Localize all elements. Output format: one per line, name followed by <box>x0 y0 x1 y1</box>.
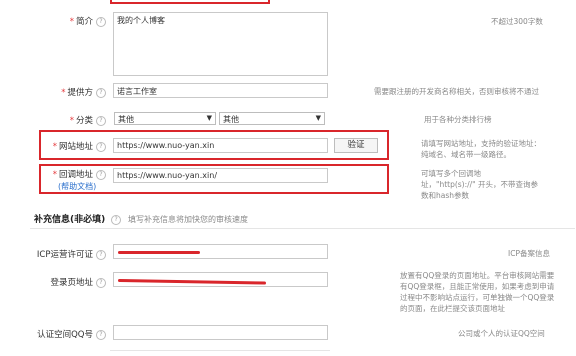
help-icon[interactable]: ? <box>96 277 106 288</box>
qq-label: 认证空间QQ号? <box>20 328 106 340</box>
verify-button[interactable]: 验证 <box>334 138 378 153</box>
login-label: 登录页地址? <box>20 276 106 288</box>
redaction-mark <box>118 251 200 254</box>
qq-hint: 公司或个人的认证QQ空间 <box>458 329 545 338</box>
site-url-hint: 请填写网站地址，支持的验证地址： 纯域名、域名带一级路径。 <box>421 139 541 159</box>
callback-input[interactable]: https://www.nuo-yan.xin/ <box>113 168 328 183</box>
icp-label: ICP运营许可证? <box>20 248 106 260</box>
help-icon[interactable]: ? <box>96 249 106 260</box>
icp-hint: ICP备案信息 <box>508 249 550 258</box>
callback-label: * 回调地址? <box>40 168 106 180</box>
bottom-divider <box>110 350 330 351</box>
category-hint: 用于各种分类排行榜 <box>424 115 492 124</box>
callback-hint: 可填写多个回调地 址，"http(s)://" 开头，不带查询参 数和hash参… <box>421 169 539 200</box>
intro-label: * 简介? <box>40 15 106 27</box>
login-hint: 放置有QQ登录的页面地址。平台审核网站需要 有QQ登录框，且能正常使用，如果考虑… <box>400 271 555 313</box>
chevron-down-icon: ▼ <box>315 114 321 122</box>
site-url-label: * 网站地址? <box>40 140 106 152</box>
supplement-subtitle: 填写补充信息将加快您的审核速度 <box>127 215 248 224</box>
help-icon[interactable]: ? <box>96 169 106 180</box>
category-label: * 分类? <box>40 114 106 126</box>
help-icon[interactable]: ? <box>96 141 106 152</box>
qq-input[interactable] <box>113 325 328 340</box>
help-doc-link[interactable]: (帮助文档) <box>58 181 96 192</box>
help-icon[interactable]: ? <box>111 214 122 225</box>
help-icon[interactable]: ? <box>96 87 106 98</box>
provider-label: * 提供方? <box>40 86 106 98</box>
category-select-secondary[interactable]: 其他 ▼ <box>219 112 325 125</box>
section-divider <box>30 228 575 229</box>
top-highlight-box <box>110 0 270 4</box>
help-icon[interactable]: ? <box>96 16 106 27</box>
provider-hint: 需要跟注册的开发商名称相关，否则审核将不通过 <box>374 87 539 96</box>
supplement-header: 补充信息(非必填) ? 填写补充信息将加快您的审核速度 <box>34 212 248 225</box>
intro-hint: 不超过300字数 <box>491 17 543 26</box>
supplement-title: 补充信息(非必填) <box>34 215 106 225</box>
intro-textarea[interactable]: 我的个人博客 <box>113 12 328 76</box>
site-url-input[interactable]: https://www.nuo-yan.xin <box>113 138 328 153</box>
category-select-primary[interactable]: 其他 ▼ <box>114 112 216 125</box>
chevron-down-icon: ▼ <box>206 114 212 122</box>
provider-input[interactable]: 诺言工作室 <box>113 83 328 98</box>
help-icon[interactable]: ? <box>96 329 106 340</box>
help-icon[interactable]: ? <box>96 115 106 126</box>
